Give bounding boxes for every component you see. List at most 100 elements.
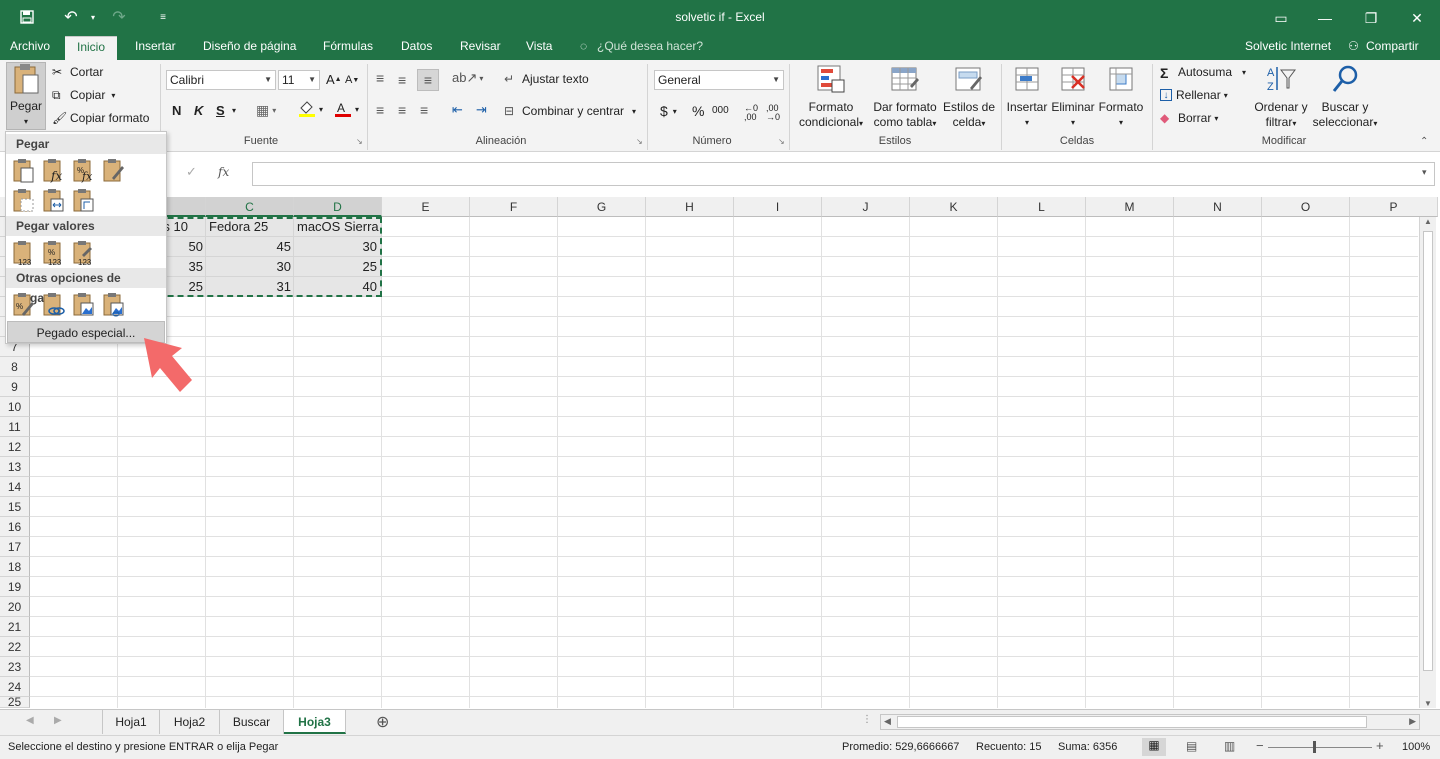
zoom-out-icon[interactable]: − <box>1256 738 1264 753</box>
cell-c4[interactable]: 31 <box>206 277 294 297</box>
insert-function-button[interactable]: fx <box>218 165 229 179</box>
align-left-icon[interactable]: ≡ <box>376 102 384 118</box>
paste-icon[interactable] <box>12 158 36 184</box>
row-header[interactable]: 11 <box>0 417 30 437</box>
tab-archivo[interactable]: Archivo <box>10 36 50 60</box>
next-sheet-icon[interactable]: ▶ <box>54 715 62 726</box>
paste-button[interactable]: Pegar ▾ <box>6 62 46 130</box>
cell-c3[interactable]: 30 <box>206 257 294 277</box>
shrink-font-button[interactable]: A ▼ <box>345 74 359 86</box>
number-format-combo[interactable]: General ▼ <box>654 70 784 90</box>
orientation-icon[interactable]: ab↗ ▾ <box>452 70 483 86</box>
paste-values-number-format-icon[interactable]: % 123 <box>42 240 66 267</box>
column-header-m[interactable]: M <box>1086 197 1174 217</box>
tab-formulas[interactable]: Fórmulas <box>323 36 373 60</box>
underline-button[interactable]: S <box>216 103 225 118</box>
sort-filter-button[interactable]: AZ Ordenar y filtrar▾ <box>1252 64 1310 131</box>
copy-button[interactable]: ⧉ Copiar ▾ <box>52 88 115 102</box>
row-header[interactable]: 10 <box>0 397 30 417</box>
decrease-indent-icon[interactable]: ⇤ <box>452 102 463 118</box>
zoom-slider-track[interactable] <box>1268 747 1372 748</box>
vertical-scrollbar[interactable]: ▲ ▼ <box>1419 217 1436 708</box>
increase-decimal-icon[interactable]: ←0,00 <box>744 104 758 122</box>
paste-transpose-icon[interactable] <box>72 188 96 214</box>
tab-inicio[interactable]: Inicio <box>65 36 118 60</box>
delete-cells-button[interactable]: Eliminar ▾ <box>1050 64 1096 130</box>
scroll-up-icon[interactable]: ▲ <box>1424 217 1432 226</box>
maximize-button[interactable]: ❐ <box>1348 0 1394 36</box>
fill-button[interactable]: ↓ Rellenar ▾ <box>1160 88 1228 102</box>
row-header[interactable]: 13 <box>0 457 30 477</box>
paste-values-source-format-icon[interactable]: 123 <box>72 240 96 267</box>
paste-link-icon[interactable] <box>42 292 66 318</box>
tab-vista[interactable]: Vista <box>526 36 552 60</box>
row-header[interactable]: 15 <box>0 497 30 517</box>
user-name[interactable]: Solvetic Internet <box>1245 36 1331 56</box>
borders-icon[interactable]: ▦ ▾ <box>256 102 276 119</box>
cell-styles-button[interactable]: Estilos de celda▾ <box>940 64 998 131</box>
minimize-button[interactable]: — <box>1302 0 1348 36</box>
row-header[interactable]: 24 <box>0 677 30 697</box>
row-header[interactable]: 22 <box>0 637 30 657</box>
align-top-icon[interactable]: ≡ <box>376 70 384 86</box>
autosum-button[interactable]: Σ Autosuma ▾ <box>1160 65 1246 81</box>
prev-sheet-icon[interactable]: ◀ <box>26 715 34 726</box>
column-header-g[interactable]: G <box>558 197 646 217</box>
zoom-in-icon[interactable]: + <box>1376 738 1384 753</box>
paste-keep-source-format-icon[interactable] <box>102 158 126 184</box>
expand-formula-icon[interactable]: ▾ <box>1422 167 1427 178</box>
scroll-down-icon[interactable]: ▼ <box>1424 699 1432 708</box>
column-header-f[interactable]: F <box>470 197 558 217</box>
tab-diseno[interactable]: Diseño de página <box>203 36 296 60</box>
dialog-launcher-icon[interactable]: ↘ <box>636 137 643 146</box>
cell-d3[interactable]: 25 <box>294 257 380 277</box>
align-right-icon[interactable]: ≡ <box>420 102 428 118</box>
ribbon-display-icon[interactable]: ▭ <box>1258 0 1304 36</box>
column-header-l[interactable]: L <box>998 197 1086 217</box>
page-layout-view-icon[interactable]: ▤ <box>1186 739 1197 753</box>
cell-c1[interactable]: Fedora 25 <box>206 217 294 237</box>
grow-font-button[interactable]: A ▲ <box>326 72 342 87</box>
column-header-p[interactable]: P <box>1350 197 1438 217</box>
conditional-format-button[interactable]: Formato condicional▾ <box>794 64 868 131</box>
paste-formulas-number-format-icon[interactable]: % fx <box>72 158 96 184</box>
paste-formatting-icon[interactable]: % <box>12 292 36 318</box>
scrollbar-thumb[interactable] <box>1423 231 1433 671</box>
column-header-e[interactable]: E <box>382 197 470 217</box>
row-header[interactable]: 14 <box>0 477 30 497</box>
cell-d4[interactable]: 40 <box>294 277 380 297</box>
font-color-button[interactable]: A ▾ <box>334 100 359 118</box>
zoom-level[interactable]: 100% <box>1402 741 1430 753</box>
sheet-tab-hoja2[interactable]: Hoja2 <box>160 710 220 734</box>
tab-revisar[interactable]: Revisar <box>460 36 501 60</box>
add-sheet-icon[interactable]: ⊕ <box>376 712 389 732</box>
paste-picture-icon[interactable] <box>72 292 96 318</box>
bold-button[interactable]: N <box>172 103 181 118</box>
italic-button[interactable]: K <box>194 103 203 118</box>
sheet-tab-hoja1[interactable]: Hoja1 <box>102 710 160 734</box>
row-header[interactable]: 23 <box>0 657 30 677</box>
font-name-combo[interactable]: Calibri ▼ <box>166 70 276 90</box>
paste-linked-picture-icon[interactable] <box>102 292 126 318</box>
currency-button[interactable]: $ ▾ <box>660 103 677 119</box>
wrap-text-button[interactable]: ↵ Ajustar texto <box>504 72 589 86</box>
row-header[interactable]: 21 <box>0 617 30 637</box>
hscroll-thumb[interactable] <box>897 716 1367 728</box>
tab-split-handle-icon[interactable]: ⋮ <box>862 714 872 725</box>
column-header-h[interactable]: H <box>646 197 734 217</box>
thousands-button[interactable]: 000 <box>712 105 729 116</box>
clear-button[interactable]: ◆ Borrar ▾ <box>1160 111 1218 125</box>
merge-center-button[interactable]: ⊟ Combinar y centrar ▾ <box>504 104 636 118</box>
sheet-tab-hoja3[interactable]: Hoja3 <box>284 710 346 734</box>
font-size-combo[interactable]: 11 ▼ <box>278 70 320 90</box>
sheet-tab-buscar[interactable]: Buscar <box>220 710 284 734</box>
paste-formulas-icon[interactable]: fx <box>42 158 66 184</box>
paste-column-widths-icon[interactable] <box>42 188 66 214</box>
align-middle-icon[interactable]: ≡ <box>398 72 406 88</box>
underline-dropdown-icon[interactable]: ▾ <box>232 106 236 115</box>
row-header[interactable]: 12 <box>0 437 30 457</box>
cell-c2[interactable]: 45 <box>206 237 294 257</box>
column-header-i[interactable]: I <box>734 197 822 217</box>
horizontal-scrollbar[interactable]: ◀ ▶ <box>880 714 1420 730</box>
collapse-ribbon-icon[interactable]: ⌃ <box>1420 136 1428 147</box>
